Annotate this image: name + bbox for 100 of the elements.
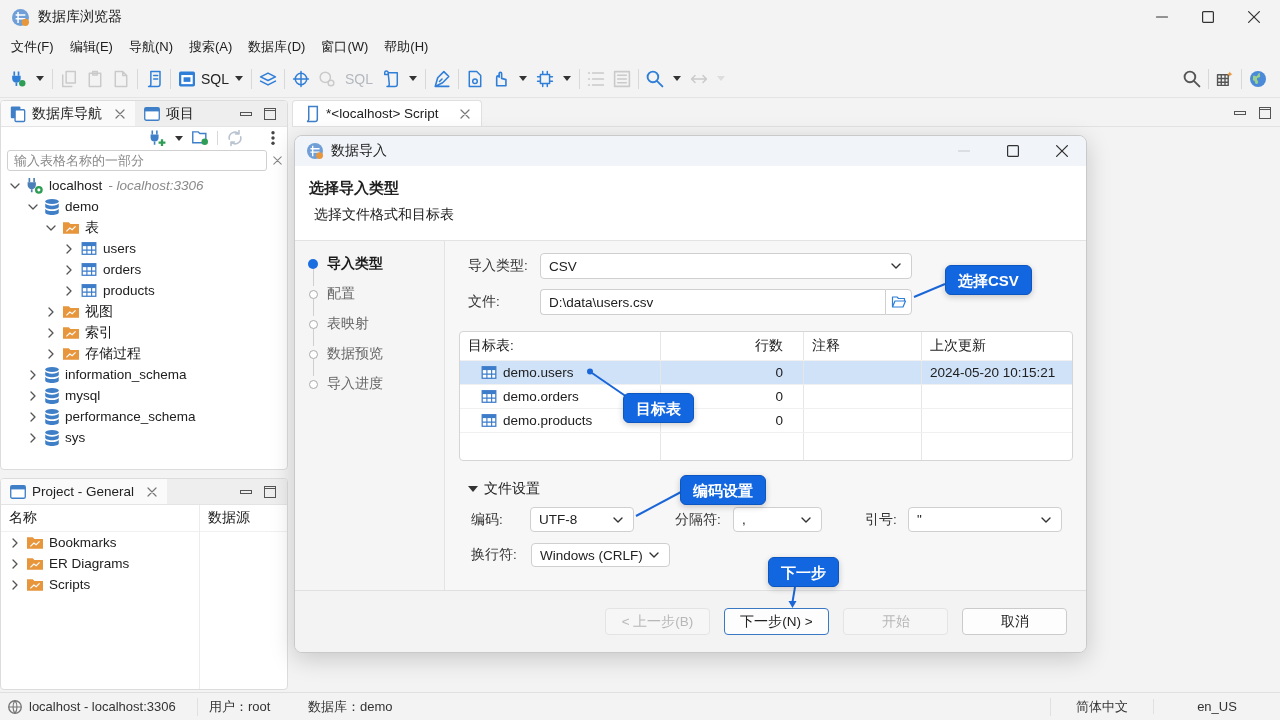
menu-item[interactable]: 编辑(E) xyxy=(69,38,113,56)
tree-item[interactable]: sys xyxy=(65,430,86,445)
dropdown-field[interactable]: , xyxy=(733,507,822,532)
minimize-icon[interactable] xyxy=(1234,111,1246,115)
caret-icon[interactable] xyxy=(36,76,44,81)
step-label[interactable]: 导入类型 xyxy=(327,256,383,286)
close-icon[interactable] xyxy=(1248,11,1260,23)
globe-icon[interactable] xyxy=(1250,70,1266,87)
file-icon[interactable] xyxy=(467,70,484,87)
folder-add-icon[interactable] xyxy=(192,130,208,146)
chevron-right-icon[interactable] xyxy=(12,558,18,569)
tree-item[interactable]: 索引 xyxy=(85,323,113,342)
dropdown-field[interactable]: CSV xyxy=(540,253,912,279)
chevron-down-icon[interactable] xyxy=(10,182,20,189)
tree-item[interactable]: information_schema xyxy=(65,367,187,382)
menu-item[interactable]: 窗口(W) xyxy=(321,38,369,56)
stack-icon[interactable] xyxy=(260,70,276,87)
caret-icon[interactable] xyxy=(175,135,183,141)
chevron-right-icon[interactable] xyxy=(30,432,36,443)
status-language[interactable]: 简体中文 xyxy=(1050,697,1153,716)
tree-item[interactable]: mysql xyxy=(65,388,101,403)
chevron-right-icon[interactable] xyxy=(48,306,54,317)
tree-item[interactable]: ER Diagrams xyxy=(49,556,130,571)
maximize-icon[interactable] xyxy=(264,485,276,498)
browse-button[interactable] xyxy=(885,289,912,315)
maximize-icon[interactable] xyxy=(1007,145,1019,157)
tree-item[interactable]: localhost xyxy=(49,178,103,193)
caret-icon[interactable] xyxy=(519,76,528,81)
table-row[interactable]: demo.users 0 2024-05-20 10:15:21 xyxy=(460,360,1072,384)
dropdown-field[interactable]: Windows (CRLF) xyxy=(531,543,670,567)
chevron-right-icon[interactable] xyxy=(48,348,54,359)
panel-tab[interactable]: 数据库导航 xyxy=(1,101,135,126)
caret-icon[interactable] xyxy=(563,76,572,81)
plug-add-icon[interactable] xyxy=(150,130,166,146)
step-label[interactable]: 表映射 xyxy=(327,316,369,346)
menu-item[interactable]: 文件(F) xyxy=(11,38,54,56)
menu-item[interactable]: 数据库(D) xyxy=(248,38,306,56)
script-icon[interactable] xyxy=(146,70,162,87)
section-toggle[interactable]: 文件设置 xyxy=(468,479,540,499)
dropdown-field[interactable]: " xyxy=(908,507,1062,532)
maximize-icon[interactable] xyxy=(1202,11,1214,23)
tree-item[interactable]: 存储过程 xyxy=(85,344,141,363)
chevron-right-icon[interactable] xyxy=(30,390,36,401)
dialog-button[interactable]: 取消 xyxy=(962,608,1067,635)
dialog-button[interactable]: 下一步(N) > xyxy=(724,608,829,635)
maximize-icon[interactable] xyxy=(1259,107,1271,119)
more-icon[interactable] xyxy=(271,131,275,145)
chip-icon[interactable] xyxy=(537,70,554,87)
chevron-right-icon[interactable] xyxy=(30,411,36,422)
scroll-icon[interactable] xyxy=(383,70,400,87)
minimize-icon[interactable] xyxy=(240,111,252,116)
tree-item[interactable]: Bookmarks xyxy=(49,535,117,550)
step-label[interactable]: 数据预览 xyxy=(327,346,383,376)
caret-icon[interactable] xyxy=(235,76,243,81)
dropdown-field[interactable]: UTF-8 xyxy=(530,507,634,532)
panel-tab[interactable]: 项目 xyxy=(135,101,203,126)
tree-item[interactable]: users xyxy=(103,241,136,256)
step-label[interactable]: 导入进度 xyxy=(327,376,383,406)
chevron-right-icon[interactable] xyxy=(12,537,18,548)
table-icon[interactable] xyxy=(1217,70,1233,87)
chevron-right-icon[interactable] xyxy=(30,369,36,380)
tree-item[interactable]: performance_schema xyxy=(65,409,196,424)
chevron-down-icon[interactable] xyxy=(28,203,38,210)
caret-icon[interactable] xyxy=(673,76,682,81)
file-path-field[interactable]: D:\data\users.csv xyxy=(540,289,885,315)
chevron-right-icon[interactable] xyxy=(66,285,72,296)
pen-icon[interactable] xyxy=(434,70,451,87)
menu-item[interactable]: 搜索(A) xyxy=(189,38,233,56)
step-label[interactable]: 配置 xyxy=(327,286,355,316)
panel-tab[interactable]: Project - General xyxy=(1,479,168,504)
minimize-icon[interactable] xyxy=(240,489,252,494)
filter-field[interactable]: 输入表格名称的一部分 xyxy=(7,149,267,171)
tree-item[interactable]: Scripts xyxy=(49,577,91,592)
search-icon[interactable] xyxy=(1184,70,1200,87)
chevron-down-icon[interactable] xyxy=(46,224,56,231)
status-database: 数据库：demo xyxy=(308,697,393,716)
tree-item[interactable]: 表 xyxy=(85,218,99,237)
tree-item[interactable]: 视图 xyxy=(85,302,113,321)
hand-icon[interactable] xyxy=(493,70,510,87)
tree-item[interactable]: products xyxy=(103,283,155,298)
maximize-icon[interactable] xyxy=(264,107,276,120)
menu-item[interactable]: 导航(N) xyxy=(128,38,173,56)
menu-item[interactable]: 帮助(H) xyxy=(384,38,429,56)
plug-icon[interactable] xyxy=(10,70,26,87)
editor-tab[interactable]: *<localhost> Script xyxy=(292,100,482,126)
status-locale[interactable]: en_US xyxy=(1153,699,1280,714)
chevron-right-icon[interactable] xyxy=(66,264,72,275)
tree-item[interactable]: orders xyxy=(103,262,142,277)
caret-icon[interactable] xyxy=(409,76,418,81)
clear-icon[interactable] xyxy=(272,154,283,166)
crosshair-icon[interactable] xyxy=(293,70,309,87)
chevron-right-icon[interactable] xyxy=(48,327,54,338)
search-icon[interactable] xyxy=(647,70,664,87)
close-icon[interactable] xyxy=(1056,145,1068,157)
chevron-right-icon[interactable] xyxy=(66,243,72,254)
chevron-right-icon[interactable] xyxy=(12,579,18,590)
toolbar-button[interactable]: SQL xyxy=(179,70,243,87)
database-icon xyxy=(45,387,59,404)
tree-item[interactable]: demo xyxy=(65,199,99,214)
folder-icon xyxy=(27,536,43,549)
